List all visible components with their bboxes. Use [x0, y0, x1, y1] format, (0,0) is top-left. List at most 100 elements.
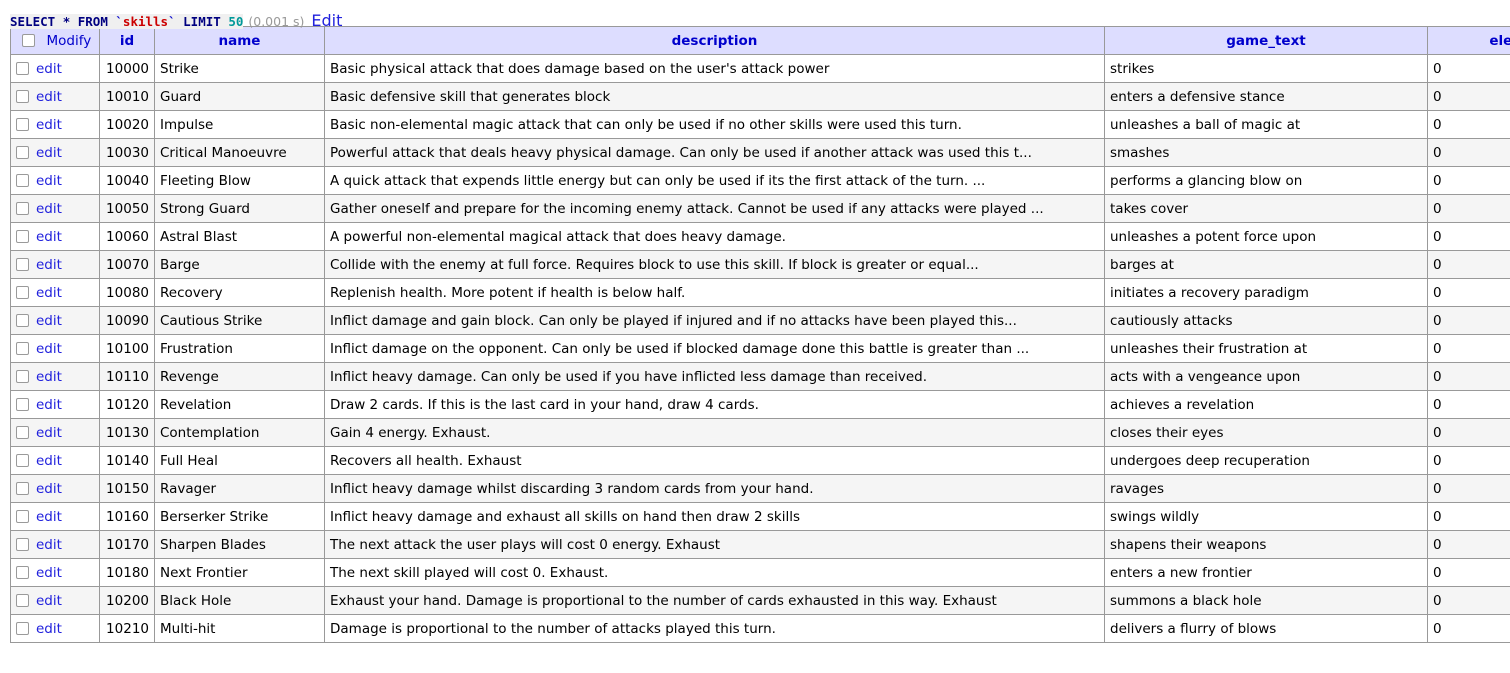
- cell-description: Replenish health. More potent if health …: [324, 278, 1105, 307]
- cell-description: Inflict damage on the opponent. Can only…: [324, 334, 1105, 363]
- row-modify-cell: edit: [10, 334, 100, 363]
- row-edit-link[interactable]: edit: [36, 425, 62, 441]
- cell-description: A quick attack that expends little energ…: [324, 166, 1105, 195]
- row-edit-link[interactable]: edit: [36, 285, 62, 301]
- cell-description: Powerful attack that deals heavy physica…: [324, 138, 1105, 167]
- row-edit-link[interactable]: edit: [36, 61, 62, 77]
- column-header-description[interactable]: description: [324, 26, 1105, 55]
- row-select-checkbox[interactable]: [16, 481, 29, 495]
- cell-element: 0: [1427, 502, 1510, 531]
- cell-element: 0: [1427, 418, 1510, 447]
- row-edit-link[interactable]: edit: [36, 621, 62, 637]
- row-edit-link[interactable]: edit: [36, 173, 62, 189]
- cell-game-text: ravages: [1104, 474, 1428, 503]
- select-all-checkbox[interactable]: [21, 33, 35, 47]
- row-modify-cell: edit: [10, 222, 100, 251]
- cell-name: Full Heal: [154, 446, 325, 475]
- cell-game-text: delivers a flurry of blows: [1104, 614, 1428, 643]
- row-edit-link[interactable]: edit: [36, 257, 62, 273]
- row-select-checkbox[interactable]: [16, 145, 29, 159]
- cell-game-text: barges at: [1104, 250, 1428, 279]
- row-edit-link[interactable]: edit: [36, 397, 62, 413]
- cell-description: Recovers all health. Exhaust: [324, 446, 1105, 475]
- row-edit-link[interactable]: edit: [36, 117, 62, 133]
- query-bar: SELECT * FROM `skills` LIMIT 50 (0.001 s)…: [0, 0, 1510, 30]
- row-select-checkbox[interactable]: [16, 397, 29, 411]
- row-edit-link[interactable]: edit: [36, 341, 62, 357]
- edit-query-link[interactable]: Edit: [311, 11, 342, 30]
- row-modify-cell: edit: [10, 446, 100, 475]
- row-select-checkbox[interactable]: [16, 89, 29, 103]
- row-select-checkbox[interactable]: [16, 173, 29, 187]
- cell-game-text: summons a black hole: [1104, 586, 1428, 615]
- row-select-checkbox[interactable]: [16, 229, 29, 243]
- table-row: edit 10040 Fleeting Blow A quick attack tha…: [10, 166, 1510, 195]
- column-header-game-text[interactable]: game_text: [1104, 26, 1428, 55]
- cell-name: Ravager: [154, 474, 325, 503]
- table-row: edit 10150 Ravager Inflict heavy damage whi…: [10, 474, 1510, 503]
- cell-name: Fleeting Blow: [154, 166, 325, 195]
- cell-name: Strong Guard: [154, 194, 325, 223]
- row-edit-link[interactable]: edit: [36, 313, 62, 329]
- cell-element: 0: [1427, 390, 1510, 419]
- row-edit-link[interactable]: edit: [36, 565, 62, 581]
- cell-id: 10160: [99, 502, 155, 531]
- row-edit-link[interactable]: edit: [36, 509, 62, 525]
- cell-element: 0: [1427, 530, 1510, 559]
- row-select-checkbox[interactable]: [16, 621, 29, 635]
- row-select-checkbox[interactable]: [16, 201, 29, 215]
- row-select-checkbox[interactable]: [16, 565, 29, 579]
- row-select-checkbox[interactable]: [16, 425, 29, 439]
- cell-game-text: enters a defensive stance: [1104, 82, 1428, 111]
- cell-description: Basic non-elemental magic attack that ca…: [324, 110, 1105, 139]
- row-select-checkbox[interactable]: [16, 509, 29, 523]
- row-select-checkbox[interactable]: [16, 537, 29, 551]
- row-select-checkbox[interactable]: [16, 341, 29, 355]
- row-edit-link[interactable]: edit: [36, 89, 62, 105]
- table-row: edit 10140 Full Heal Recovers all health. E…: [10, 446, 1510, 475]
- column-header-element[interactable]: element: [1427, 26, 1510, 55]
- row-edit-link[interactable]: edit: [36, 201, 62, 217]
- row-select-checkbox[interactable]: [16, 117, 29, 131]
- cell-description: The next skill played will cost 0. Exhau…: [324, 558, 1105, 587]
- table-header-row: Modify id name description game_text ele…: [10, 26, 1510, 55]
- cell-name: Cautious Strike: [154, 306, 325, 335]
- row-select-checkbox[interactable]: [16, 285, 29, 299]
- cell-game-text: unleashes a ball of magic at: [1104, 110, 1428, 139]
- table-row: edit 10000 Strike Basic physical attack tha…: [10, 54, 1510, 83]
- row-select-checkbox[interactable]: [16, 313, 29, 327]
- cell-name: Next Frontier: [154, 558, 325, 587]
- column-header-name[interactable]: name: [154, 26, 325, 55]
- cell-name: Sharpen Blades: [154, 530, 325, 559]
- cell-element: 0: [1427, 222, 1510, 251]
- cell-name: Impulse: [154, 110, 325, 139]
- cell-id: 10090: [99, 306, 155, 335]
- row-select-checkbox[interactable]: [16, 369, 29, 383]
- row-select-checkbox[interactable]: [16, 61, 29, 75]
- cell-description: A powerful non-elemental magical attack …: [324, 222, 1105, 251]
- row-edit-link[interactable]: edit: [36, 229, 62, 245]
- row-edit-link[interactable]: edit: [36, 593, 62, 609]
- row-select-checkbox[interactable]: [16, 257, 29, 271]
- row-select-checkbox[interactable]: [16, 593, 29, 607]
- cell-name: Recovery: [154, 278, 325, 307]
- row-edit-link[interactable]: edit: [36, 369, 62, 385]
- cell-description: Collide with the enemy at full force. Re…: [324, 250, 1105, 279]
- row-edit-link[interactable]: edit: [36, 453, 62, 469]
- row-edit-link[interactable]: edit: [36, 145, 62, 161]
- table-row: edit 10110 Revenge Inflict heavy damage. Ca…: [10, 362, 1510, 391]
- cell-game-text: closes their eyes: [1104, 418, 1428, 447]
- row-edit-link[interactable]: edit: [36, 481, 62, 497]
- table-row: edit 10180 Next Frontier The next skill pla…: [10, 558, 1510, 587]
- table-row: edit 10050 Strong Guard Gather oneself and …: [10, 194, 1510, 223]
- row-modify-cell: edit: [10, 278, 100, 307]
- column-header-id[interactable]: id: [99, 26, 155, 55]
- row-modify-cell: edit: [10, 306, 100, 335]
- row-edit-link[interactable]: edit: [36, 537, 62, 553]
- row-select-checkbox[interactable]: [16, 453, 29, 467]
- cell-element: 0: [1427, 82, 1510, 111]
- cell-element: 0: [1427, 54, 1510, 83]
- cell-name: Multi-hit: [154, 614, 325, 643]
- sql-keyword-from: FROM: [77, 14, 108, 29]
- cell-id: 10150: [99, 474, 155, 503]
